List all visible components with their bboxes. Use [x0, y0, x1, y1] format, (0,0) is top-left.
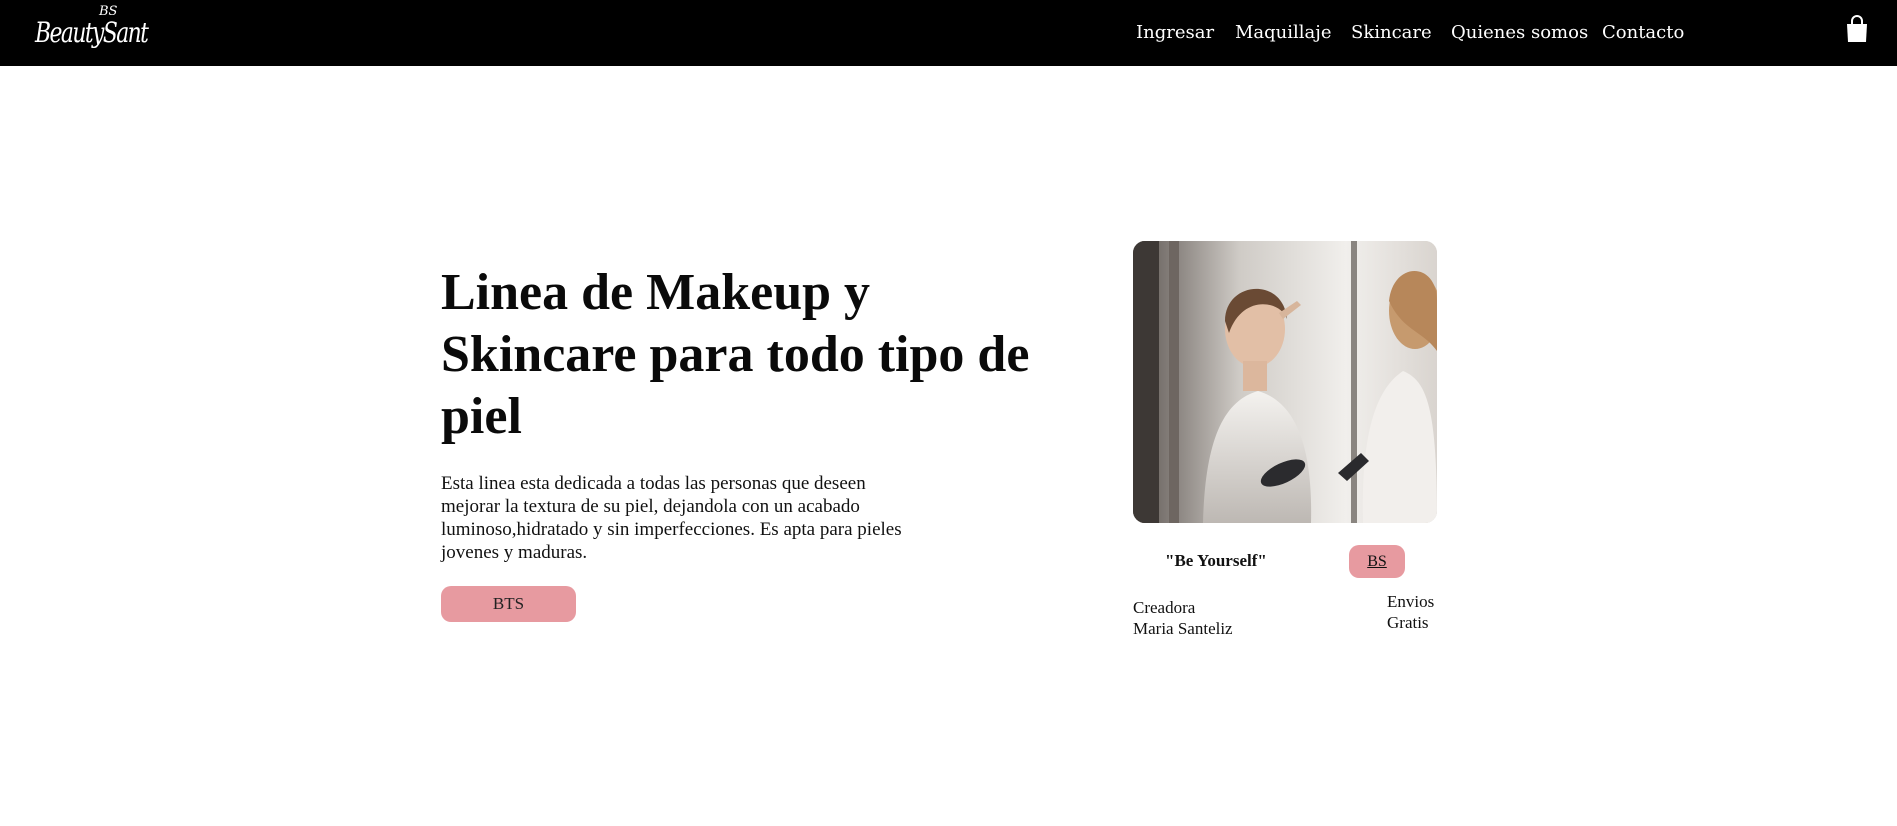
creator-label: Creadora	[1133, 598, 1196, 617]
nav-item-ingresar[interactable]: Ingresar	[1136, 22, 1214, 43]
shipping-info: Envios Gratis	[1387, 591, 1434, 633]
shipping-line-2: Gratis	[1387, 613, 1429, 632]
quote-text: "Be Yourself"	[1165, 551, 1267, 570]
bts-button[interactable]: BTS	[441, 586, 576, 622]
brand-logo[interactable]: BS BeautySant	[33, 2, 149, 64]
bs-button[interactable]: BS	[1349, 545, 1405, 578]
nav-item-maquillaje[interactable]: Maquillaje	[1235, 22, 1332, 43]
logo-wordmark: BeautySant	[35, 16, 149, 49]
nav-item-quienes-somos[interactable]: Quienes somos	[1451, 22, 1588, 43]
nav-item-skincare[interactable]: Skincare	[1351, 22, 1432, 43]
nav-item-contacto[interactable]: Contacto	[1602, 22, 1684, 43]
top-navbar: BS BeautySant Ingresar Maquillaje Skinca…	[0, 0, 1897, 66]
hero-description: Esta linea esta dedicada a todas las per…	[441, 473, 902, 563]
makeup-photo	[1133, 241, 1437, 523]
creator-info: Creadora Maria Santeliz	[1133, 597, 1233, 639]
shipping-line-1: Envios	[1387, 592, 1435, 611]
creator-name: Maria Santeliz	[1133, 619, 1233, 638]
shopping-bag-icon[interactable]	[1845, 14, 1869, 44]
hero-title: Linea de Makeup y Skincare para todo tip…	[441, 264, 1030, 445]
